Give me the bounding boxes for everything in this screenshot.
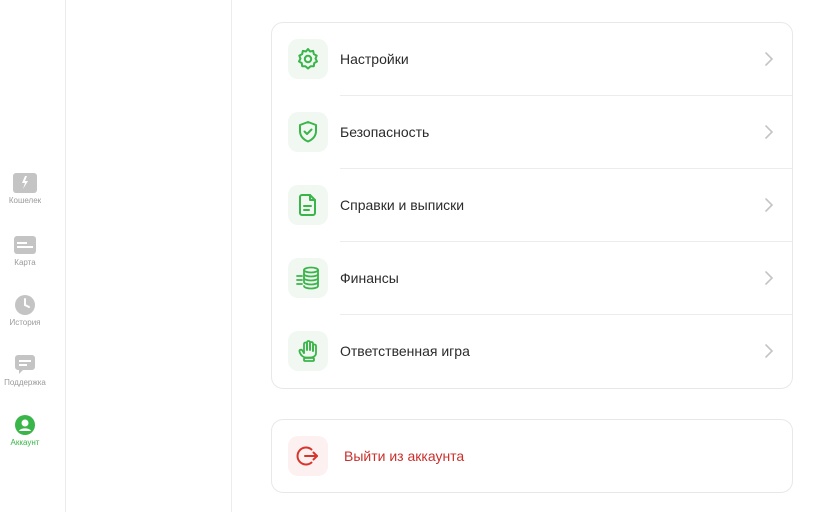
menu-item-label: Финансы bbox=[340, 270, 399, 286]
clock-icon bbox=[13, 294, 37, 316]
gear-icon bbox=[288, 39, 328, 79]
menu-item-label: Справки и выписки bbox=[340, 197, 465, 213]
menu-item-label: Безопасность bbox=[340, 124, 430, 140]
nav-item-wallet[interactable]: Кошелек bbox=[0, 172, 50, 206]
menu-item-security[interactable]: Безопасность bbox=[272, 96, 792, 169]
account-icon bbox=[13, 414, 37, 436]
menu-item-label: Настройки bbox=[340, 51, 409, 67]
nav-item-history[interactable]: История bbox=[0, 294, 50, 328]
coins-icon bbox=[288, 258, 328, 298]
nav-item-card[interactable]: Карта bbox=[0, 234, 50, 268]
side-navigation: Кошелек Карта История Поддержка Аккаунт bbox=[0, 0, 66, 512]
menu-item-label: Ответственная игра bbox=[340, 343, 470, 359]
chevron-right-icon bbox=[764, 124, 774, 140]
chat-icon bbox=[13, 354, 37, 376]
menu-item-responsible-gaming[interactable]: Ответственная игра bbox=[272, 315, 792, 388]
nav-item-label: Кошелек bbox=[8, 196, 42, 205]
hand-icon bbox=[288, 331, 328, 371]
secondary-panel bbox=[66, 0, 232, 512]
chevron-right-icon bbox=[764, 51, 774, 67]
logout-card: Выйти из аккаунта bbox=[271, 419, 793, 493]
logout-label: Выйти из аккаунта bbox=[344, 448, 465, 464]
nav-item-label: Аккаунт bbox=[10, 438, 40, 447]
logout-icon bbox=[288, 436, 328, 476]
chevron-right-icon bbox=[764, 270, 774, 286]
shield-check-icon bbox=[288, 112, 328, 152]
nav-item-account[interactable]: Аккаунт bbox=[0, 414, 50, 448]
document-icon bbox=[288, 185, 328, 225]
menu-item-settings[interactable]: Настройки bbox=[272, 23, 792, 96]
nav-item-label: Карта bbox=[14, 258, 36, 267]
nav-item-support[interactable]: Поддержка bbox=[0, 354, 50, 388]
account-menu-card: Настройки Безопасность Справки и выписки… bbox=[271, 22, 793, 389]
card-icon bbox=[13, 234, 37, 256]
menu-item-documents[interactable]: Справки и выписки bbox=[272, 169, 792, 242]
nav-item-label: Поддержка bbox=[4, 378, 46, 387]
menu-item-finance[interactable]: Финансы bbox=[272, 242, 792, 315]
wallet-icon bbox=[13, 172, 37, 194]
chevron-right-icon bbox=[764, 343, 774, 359]
logout-button[interactable]: Выйти из аккаунта bbox=[272, 420, 792, 492]
chevron-right-icon bbox=[764, 197, 774, 213]
nav-item-label: История bbox=[9, 318, 41, 327]
